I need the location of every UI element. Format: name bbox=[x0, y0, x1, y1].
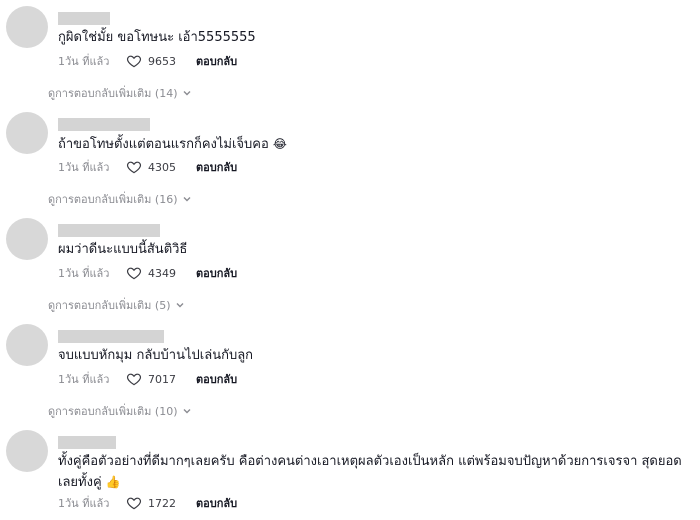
comment-meta: 1วัน ที่แล้ว 4305 ตอบกลับ bbox=[58, 158, 237, 176]
comment-text: ถ้าขอโทษตั้งแต่ตอนแรกก็คงไม่เจ็บคอ 😂 bbox=[58, 134, 688, 155]
view-more-replies-label: ดูการตอบกลับเพิ่มเติม (16) bbox=[48, 193, 178, 206]
comment-text-content: ผมว่าดีนะแบบนี้สันติวิธี bbox=[58, 242, 188, 257]
view-more-replies[interactable]: ดูการตอบกลับเพิ่มเติม (5) bbox=[48, 296, 185, 314]
chevron-down-icon bbox=[183, 197, 190, 202]
comment-text: จบแบบหักมุม กลับบ้านไปเล่นกับลูก bbox=[58, 346, 688, 366]
comment-text-content: จบแบบหักมุม กลับบ้านไปเล่นกับลูก bbox=[58, 348, 254, 363]
comment-meta: 1วัน ที่แล้ว 9653 ตอบกลับ bbox=[58, 52, 237, 70]
username-redacted[interactable] bbox=[58, 436, 116, 449]
comment-time: 1วัน ที่แล้ว bbox=[58, 497, 110, 510]
reply-button[interactable]: ตอบกลับ bbox=[196, 264, 237, 282]
heart-icon[interactable] bbox=[126, 371, 142, 387]
username-redacted[interactable] bbox=[58, 224, 160, 237]
comment-time: 1วัน ที่แล้ว bbox=[58, 373, 110, 386]
like-count: 1722 bbox=[148, 496, 176, 510]
thumbs-up-emoji-icon: 👍 bbox=[105, 475, 121, 489]
comment-text-content: ถ้าขอโทษตั้งแต่ตอนแรกก็คงไม่เจ็บคอ bbox=[58, 137, 269, 152]
like-count: 4305 bbox=[148, 160, 176, 174]
chevron-down-icon bbox=[183, 409, 190, 414]
view-more-replies[interactable]: ดูการตอบกลับเพิ่มเติม (10) bbox=[48, 402, 192, 420]
comment-time: 1วัน ที่แล้ว bbox=[58, 267, 110, 280]
chevron-down-icon bbox=[183, 91, 190, 96]
comment-meta: 1วัน ที่แล้ว 4349 ตอบกลับ bbox=[58, 264, 237, 282]
laughing-emoji-icon: 😂 bbox=[272, 137, 287, 151]
heart-icon[interactable] bbox=[126, 495, 142, 511]
heart-icon[interactable] bbox=[126, 265, 142, 281]
like-count: 9653 bbox=[148, 54, 176, 68]
comment-meta: 1วัน ที่แล้ว 7017 ตอบกลับ bbox=[58, 370, 237, 388]
avatar[interactable] bbox=[6, 112, 48, 154]
avatar[interactable] bbox=[6, 430, 48, 472]
username-redacted[interactable] bbox=[58, 12, 110, 25]
heart-icon[interactable] bbox=[126, 159, 142, 175]
comment-text-content: ทั้งคู่คือตัวอย่างที่ดีมากๆเลยครับ คือต่… bbox=[58, 454, 682, 490]
view-more-replies-label: ดูการตอบกลับเพิ่มเติม (10) bbox=[48, 405, 178, 418]
avatar[interactable] bbox=[6, 6, 48, 48]
reply-button[interactable]: ตอบกลับ bbox=[196, 494, 237, 512]
reply-button[interactable]: ตอบกลับ bbox=[196, 370, 237, 388]
username-redacted[interactable] bbox=[58, 118, 150, 131]
comment-text: ผมว่าดีนะแบบนี้สันติวิธี bbox=[58, 240, 688, 260]
view-more-replies[interactable]: ดูการตอบกลับเพิ่มเติม (14) bbox=[48, 84, 192, 102]
like-count: 7017 bbox=[148, 372, 176, 386]
comment-time: 1วัน ที่แล้ว bbox=[58, 55, 110, 68]
comment-text: กูผิดใช่มั้ย ขอโทษนะ เอ้า5555555 bbox=[58, 28, 688, 48]
chevron-down-icon bbox=[176, 303, 183, 308]
reply-button[interactable]: ตอบกลับ bbox=[196, 158, 237, 176]
username-redacted[interactable] bbox=[58, 330, 164, 343]
view-more-replies-label: ดูการตอบกลับเพิ่มเติม (14) bbox=[48, 87, 178, 100]
view-more-replies[interactable]: ดูการตอบกลับเพิ่มเติม (16) bbox=[48, 190, 192, 208]
comment-text-content: กูผิดใช่มั้ย ขอโทษนะ เอ้า5555555 bbox=[58, 30, 256, 45]
like-count: 4349 bbox=[148, 266, 176, 280]
avatar[interactable] bbox=[6, 324, 48, 366]
reply-button[interactable]: ตอบกลับ bbox=[196, 52, 237, 70]
avatar[interactable] bbox=[6, 218, 48, 260]
view-more-replies-label: ดูการตอบกลับเพิ่มเติม (5) bbox=[48, 299, 171, 312]
comment-text: ทั้งคู่คือตัวอย่างที่ดีมากๆเลยครับ คือต่… bbox=[58, 452, 688, 493]
heart-icon[interactable] bbox=[126, 53, 142, 69]
comment-meta: 1วัน ที่แล้ว 1722 ตอบกลับ bbox=[58, 494, 237, 512]
comment-time: 1วัน ที่แล้ว bbox=[58, 161, 110, 174]
